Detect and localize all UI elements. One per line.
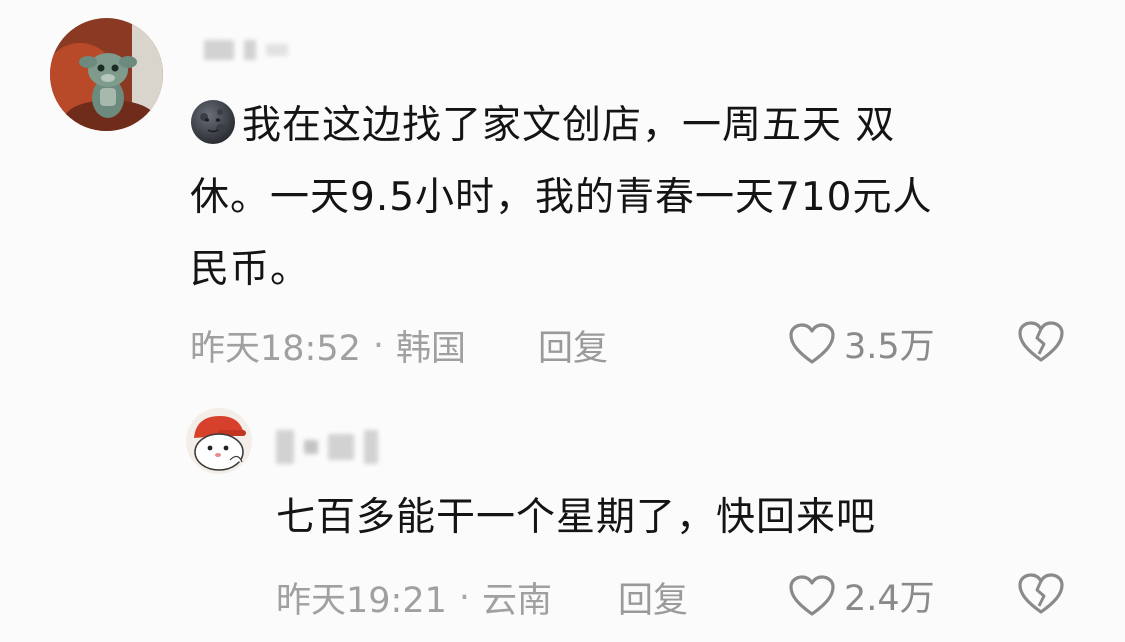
broken-heart-icon xyxy=(1017,572,1065,616)
comment-meta: 昨天18:52 · 韩国 xyxy=(190,320,466,371)
comment-text-line: 我在这边找了家文创店，一周五天 双 xyxy=(242,103,896,148)
username-blurred[interactable] xyxy=(204,40,288,60)
like-button[interactable]: 3.5万 xyxy=(788,318,935,369)
heart-outline-icon xyxy=(788,322,836,366)
comment-location: 韩国 xyxy=(396,329,467,369)
dislike-button[interactable] xyxy=(1017,572,1065,616)
comment-time: 昨天18:52 xyxy=(190,329,361,369)
dislike-button[interactable] xyxy=(1017,320,1065,364)
avatar-image-stitch-plush xyxy=(50,18,163,131)
reply-time: 昨天19:21 xyxy=(276,581,447,621)
meta-separator: · xyxy=(458,577,471,618)
broken-heart-icon xyxy=(1017,320,1065,364)
reply-text: 七百多能干一个星期了，快回来吧 xyxy=(276,495,877,540)
comment-text-line: 民币。 xyxy=(190,247,311,292)
reply-location: 云南 xyxy=(482,581,553,621)
meta-separator: · xyxy=(372,325,385,366)
comment-text-line: 休。一天9.5小时，我的青春一天710元人 xyxy=(190,175,933,220)
heart-outline-icon xyxy=(788,574,836,618)
like-count: 2.4万 xyxy=(844,579,935,619)
comment-text: 我在这边找了家文创店，一周五天 双 休。一天9.5小时，我的青春一天710元人 … xyxy=(190,90,1090,306)
like-count: 3.5万 xyxy=(844,327,935,367)
new-moon-face-emoji-icon xyxy=(190,97,236,144)
avatar-image-cartoon-seal xyxy=(186,408,252,474)
like-button[interactable]: 2.4万 xyxy=(788,570,935,621)
reply-button[interactable]: 回复 xyxy=(618,572,688,623)
reply-meta: 昨天19:21 · 云南 xyxy=(276,572,552,623)
reply-username-blurred[interactable] xyxy=(276,430,378,464)
reply-button[interactable]: 回复 xyxy=(538,320,608,371)
reply-avatar[interactable] xyxy=(186,408,252,474)
comment-avatar[interactable] xyxy=(50,18,163,131)
